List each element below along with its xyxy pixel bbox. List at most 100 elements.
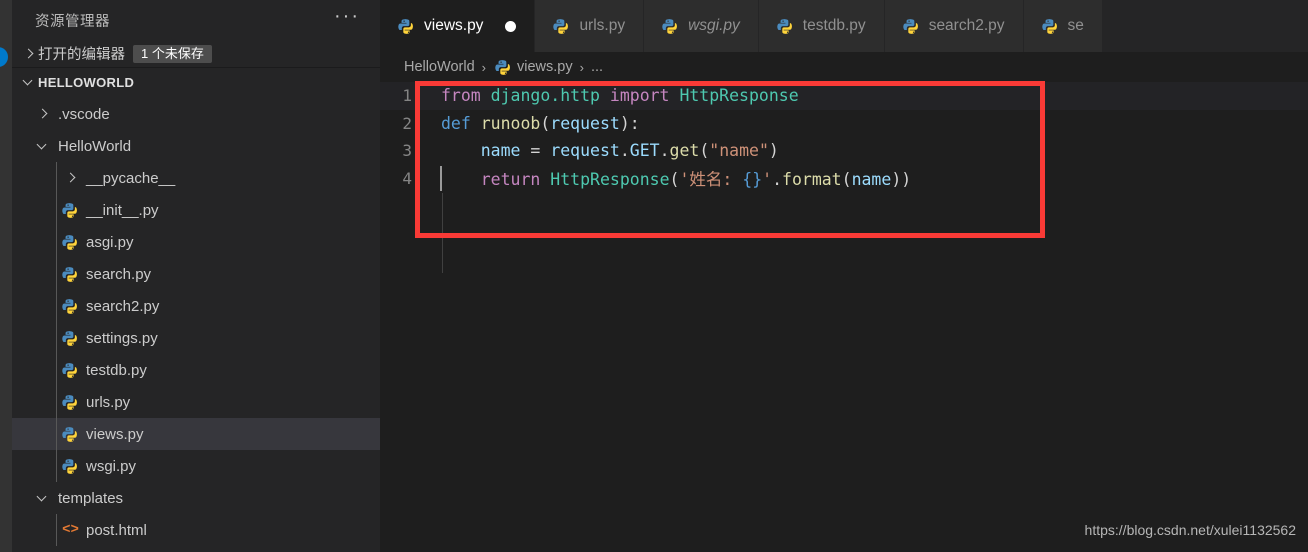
editor-tab-testdb-py[interactable]: testdb.py <box>758 0 885 52</box>
vscode-window: 资源管理器 ··· 打开的编辑器 1 个未保存 HELLOWORLD .vsco… <box>0 0 1308 552</box>
code-token: {} <box>742 170 763 190</box>
line-number: 4 <box>402 168 412 188</box>
tree-item-wsgi-py[interactable]: wsgi.py <box>12 450 380 482</box>
breadcrumb: HelloWorld › views.py › ... <box>380 52 1308 82</box>
code-token: ( <box>540 113 551 133</box>
breadcrumb-file[interactable]: views.py <box>517 59 573 75</box>
text-cursor <box>440 166 442 191</box>
code-token: runoob <box>480 113 541 133</box>
editor-tab-wsgi-py[interactable]: wsgi.py <box>644 0 759 52</box>
indent-guide <box>56 258 57 290</box>
code-line[interactable]: 1 from django.http import HttpResponse <box>380 82 1308 110</box>
code-line-text: def runoob(request): <box>420 114 640 133</box>
indent-guide <box>56 322 57 354</box>
chevron-right-icon <box>34 105 52 123</box>
breadcrumb-root[interactable]: HelloWorld <box>404 59 475 75</box>
breadcrumb-more[interactable]: ... <box>591 59 603 75</box>
code-token: return <box>480 170 551 190</box>
code-token: request <box>550 113 620 133</box>
line-number: 3 <box>402 141 412 161</box>
python-icon <box>62 426 79 443</box>
tree-item-pycache[interactable]: __pycache__ <box>12 162 380 194</box>
line-number: 2 <box>402 113 412 133</box>
code-line[interactable]: 4 return HttpResponse('姓名: {}'.format(na… <box>380 165 1308 193</box>
tree-item-label: .vscode <box>58 105 110 123</box>
code-token: from <box>441 86 491 106</box>
section-workspace-helloworld[interactable]: HELLOWORLD <box>12 68 380 96</box>
editor-tab-label: se <box>1067 17 1084 34</box>
editor-tab-label: views.py <box>424 17 484 34</box>
tree-item-label: templates <box>58 489 124 507</box>
code-line[interactable]: 3 name = request.GET.get("name") <box>380 137 1308 165</box>
indent-guide <box>56 226 57 258</box>
python-icon <box>62 202 79 219</box>
chevron-down-icon <box>34 489 52 507</box>
tree-item-post-html[interactable]: <> post.html <box>12 514 380 546</box>
tree-item-settings-py[interactable]: settings.py <box>12 322 380 354</box>
indent-guide <box>442 193 443 273</box>
chevron-right-icon <box>20 45 38 63</box>
html-file-icon: <> <box>62 521 79 538</box>
code-token: '姓名: <box>679 170 743 190</box>
indent-guide <box>56 418 57 450</box>
editor-tab-search2-py[interactable]: search2.py <box>884 0 1024 52</box>
code-token: ): <box>619 113 640 133</box>
code-token: "name" <box>709 141 769 161</box>
tree-item-helloworld[interactable]: HelloWorld <box>12 130 380 162</box>
tree-item-asgi-py[interactable]: asgi.py <box>12 226 380 258</box>
chevron-right-icon <box>62 169 80 187</box>
python-icon <box>902 18 920 35</box>
tree-item-search-py[interactable]: search.py <box>12 258 380 290</box>
python-icon <box>662 18 679 35</box>
editor-tab-views-py[interactable]: views.py <box>380 0 536 52</box>
tree-item-templates[interactable]: templates <box>12 482 380 514</box>
tree-item-urls-py[interactable]: urls.py <box>12 386 380 418</box>
tree-item-vscode[interactable]: .vscode <box>12 98 380 130</box>
explorer-sidebar: 资源管理器 ··· 打开的编辑器 1 个未保存 HELLOWORLD .vsco… <box>12 0 380 552</box>
code-token: = <box>520 141 551 161</box>
code-line-text: name = request.GET.get("name") <box>420 141 779 160</box>
unsaved-dot-icon[interactable] <box>505 20 517 32</box>
tree-item-label: __init__.py <box>86 201 159 219</box>
indent-guide <box>56 194 57 226</box>
line-number: 1 <box>402 86 412 106</box>
tree-item-label: __pycache__ <box>86 169 176 187</box>
unsaved-count-badge: 1 个未保存 <box>133 44 212 63</box>
code-token: . <box>619 141 630 161</box>
more-actions-icon[interactable]: ··· <box>326 6 368 28</box>
indent-guide <box>56 386 57 418</box>
code-lines[interactable]: 1 from django.http import HttpResponse 2 de… <box>380 82 1308 192</box>
code-token: HttpResponse <box>679 86 799 106</box>
code-token: )) <box>891 170 912 190</box>
python-icon <box>62 394 79 411</box>
tree-item-search2-py[interactable]: search2.py <box>12 290 380 322</box>
editor-area: views.py urls.py wsgi.py testdb.py search2.p… <box>380 0 1308 552</box>
open-editors-label: 打开的编辑器 <box>38 47 125 63</box>
tree-item-label: post.html <box>86 521 147 539</box>
tree-item-init-py[interactable]: __init__.py <box>12 194 380 226</box>
code-editor[interactable]: 1 from django.http import HttpResponse 2 de… <box>380 82 1308 273</box>
python-icon <box>62 362 79 379</box>
chevron-down-icon <box>20 73 38 91</box>
code-token: ( <box>699 141 710 161</box>
editor-tab-label: urls.py <box>579 17 626 34</box>
code-token: django.http <box>490 86 600 106</box>
tree-item-testdb-py[interactable]: testdb.py <box>12 354 380 386</box>
code-line[interactable]: 2 def runoob(request): <box>380 110 1308 138</box>
section-open-editors[interactable]: 打开的编辑器 1 个未保存 <box>12 40 380 68</box>
code-token: name <box>851 170 892 190</box>
editor-tab-urls-py[interactable]: urls.py <box>535 0 645 52</box>
code-token: request <box>550 141 620 161</box>
file-tree: .vscode HelloWorld __pycache__ __init__.pya… <box>12 96 380 546</box>
editor-tab-se[interactable]: se <box>1023 0 1103 52</box>
tree-item-views-py[interactable]: views.py <box>12 418 380 450</box>
breadcrumb-separator: › <box>481 59 486 75</box>
code-token: HttpResponse <box>550 170 670 190</box>
watermark-text: https://blog.csdn.net/xulei1132562 <box>1084 522 1296 538</box>
tree-item-label: asgi.py <box>86 233 134 251</box>
breadcrumb-separator-2: › <box>579 59 584 75</box>
activity-bar[interactable] <box>0 0 12 552</box>
indent-guide <box>56 354 57 386</box>
